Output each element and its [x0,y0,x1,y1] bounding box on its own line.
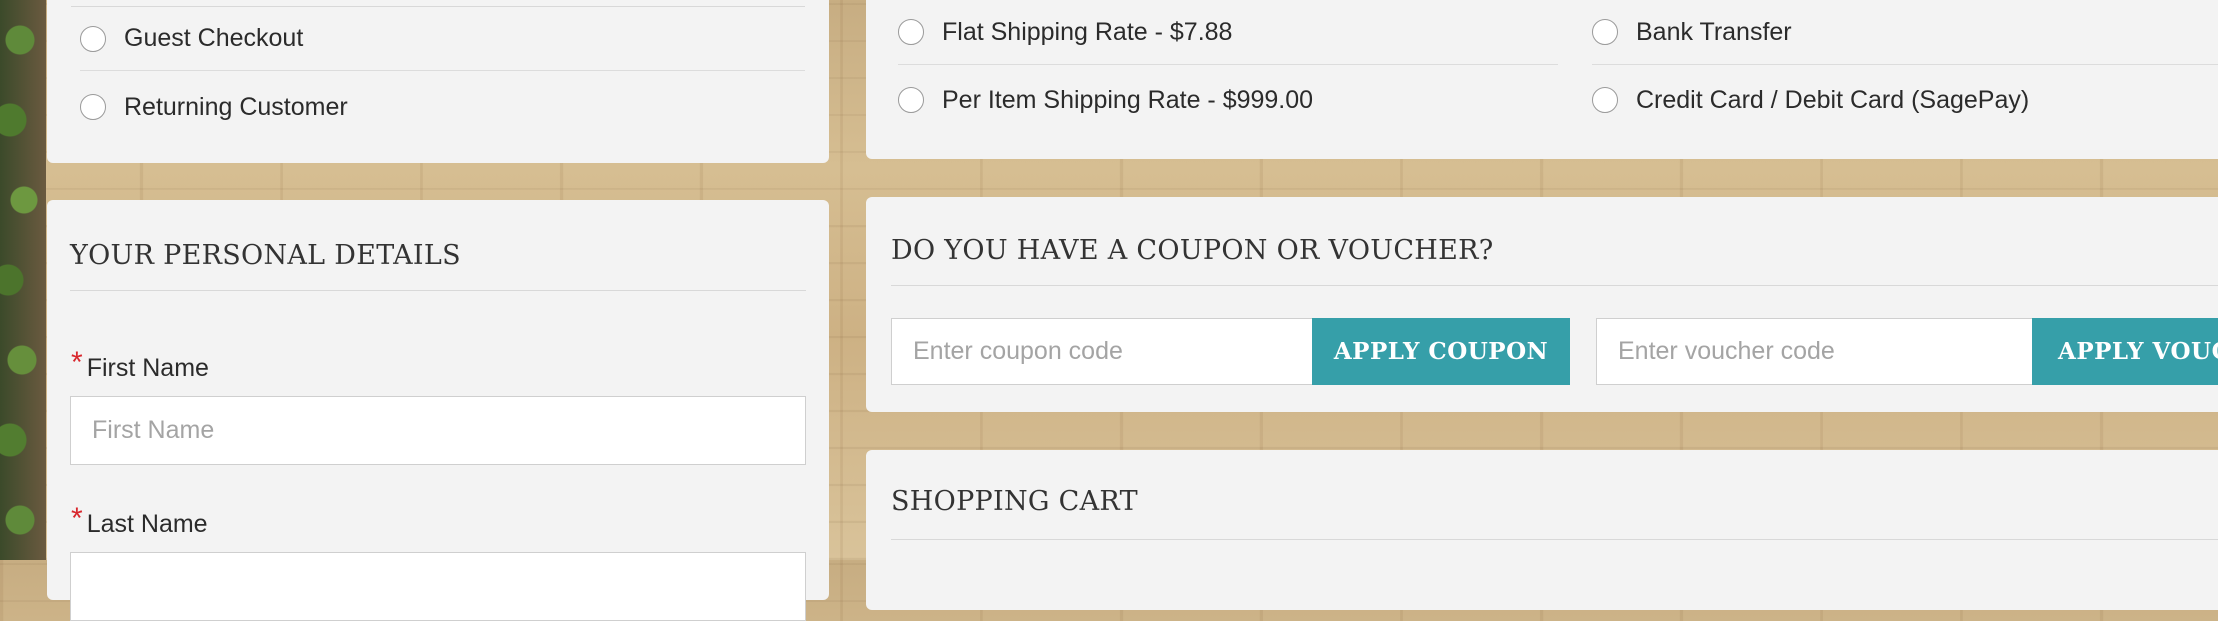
last-name-label-text: Last Name [86,510,208,538]
radio-guest-checkout[interactable]: Guest Checkout [80,7,805,71]
radio-label: Guest Checkout [124,24,304,52]
divider [70,290,806,291]
personal-details-panel: YOUR PERSONAL DETAILS * First Name First … [47,200,829,621]
radio-button[interactable] [898,87,924,113]
checkout-options-panel: Guest Checkout Returning Customer [47,0,829,163]
apply-coupon-button[interactable]: APPLY COUPON [1312,318,1570,385]
voucher-code-input[interactable]: Enter voucher code [1596,318,2033,385]
shipping-payment-panel: Flat Shipping Rate - $7.88 Per Item Ship… [866,0,2218,159]
radio-button[interactable] [898,19,924,45]
apply-voucher-button[interactable]: APPLY VOUCHER [2032,318,2218,385]
input-placeholder: Enter coupon code [913,337,1123,365]
radio-label: Bank Transfer [1636,17,1792,46]
shopping-cart-panel: SHOPPING CART [866,450,2218,610]
radio-bank-transfer[interactable]: Bank Transfer [1592,0,2218,65]
input-placeholder: First Name [92,416,215,444]
first-name-label-text: First Name [86,354,209,382]
required-marker: * [71,346,83,379]
last-name-label: * Last Name [71,502,208,540]
radio-button[interactable] [80,25,106,52]
coupon-code-input[interactable]: Enter coupon code [891,318,1313,385]
radio-label: Per Item Shipping Rate - $999.00 [942,85,1314,114]
first-name-input[interactable]: First Name [70,396,806,465]
first-name-label: * First Name [71,346,209,384]
last-name-input[interactable] [70,552,806,621]
divider [891,539,2218,540]
section-heading: SHOPPING CART [891,486,1138,517]
input-placeholder: Enter voucher code [1618,337,1835,365]
required-marker: * [71,502,83,535]
radio-credit-card-sagepay[interactable]: Credit Card / Debit Card (SagePay) [1592,65,2218,135]
radio-flat-shipping[interactable]: Flat Shipping Rate - $7.88 [898,0,1558,65]
section-heading: DO YOU HAVE A COUPON OR VOUCHER? [891,235,1494,266]
radio-per-item-shipping[interactable]: Per Item Shipping Rate - $999.00 [898,65,1558,135]
radio-label: Credit Card / Debit Card (SagePay) [1636,85,2030,114]
radio-button[interactable] [1592,19,1618,45]
divider [891,285,2218,286]
radio-label: Flat Shipping Rate - $7.88 [942,17,1233,46]
coupon-voucher-panel: DO YOU HAVE A COUPON OR VOUCHER? Enter c… [866,197,2218,412]
radio-button[interactable] [80,94,106,120]
radio-button[interactable] [1592,87,1618,113]
radio-label: Returning Customer [124,92,348,121]
radio-returning-customer[interactable]: Returning Customer [80,71,805,143]
leaf-decoration [0,0,46,560]
section-heading: YOUR PERSONAL DETAILS [70,240,461,271]
